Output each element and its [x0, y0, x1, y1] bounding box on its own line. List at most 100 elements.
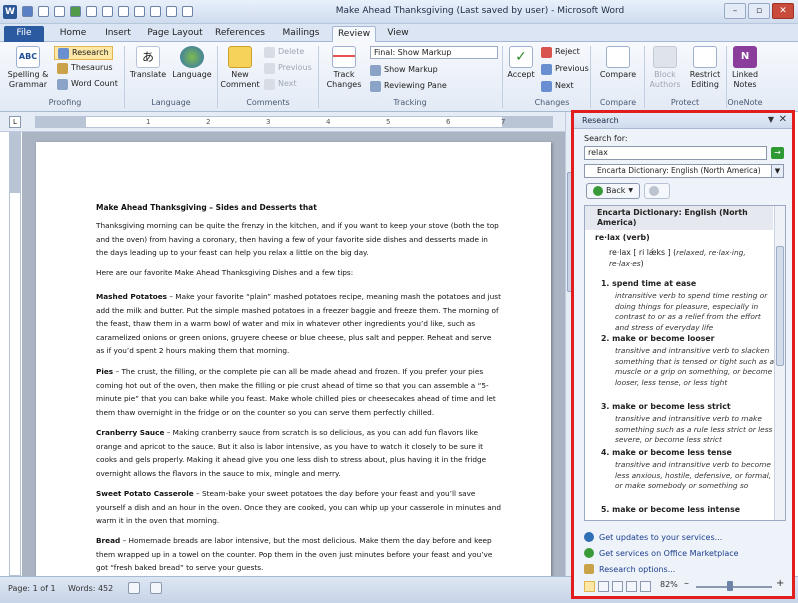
zoom-out-button[interactable]: –: [684, 578, 689, 589]
headword[interactable]: re·lax (verb): [595, 233, 650, 243]
reject-label: Reject: [555, 47, 580, 56]
tab-view[interactable]: View: [382, 26, 414, 42]
display-for-review-dropdown[interactable]: Final: Show Markup: [370, 46, 498, 59]
ribbon-separator: [502, 46, 503, 108]
pane-options-icon[interactable]: ▼: [768, 115, 774, 124]
print-layout-icon[interactable]: [584, 581, 595, 592]
redo-icon[interactable]: [54, 6, 65, 17]
reference-source-dropdown[interactable]: Encarta Dictionary: English (North Ameri…: [584, 164, 784, 178]
save-icon[interactable]: [22, 6, 33, 17]
previous-icon: [264, 62, 275, 74]
thesaurus-button[interactable]: Thesaurus: [57, 62, 113, 74]
full-screen-icon[interactable]: [598, 581, 609, 592]
tab-page-layout[interactable]: Page Layout: [146, 26, 204, 42]
preview-icon[interactable]: [118, 6, 129, 17]
tab-mailings[interactable]: Mailings: [278, 26, 324, 42]
print-icon[interactable]: [102, 6, 113, 17]
sense-number: 3.: [601, 402, 610, 411]
ruler-margin-top: [10, 133, 20, 193]
paragraph-icon[interactable]: [166, 6, 177, 17]
track-changes-button[interactable]: Track Changes: [322, 46, 366, 90]
delete-comment-button[interactable]: Delete: [264, 46, 304, 58]
outline-icon[interactable]: [626, 581, 637, 592]
macro-icon[interactable]: [150, 582, 162, 594]
back-arrow-icon: [593, 186, 603, 196]
scrollbar-thumb[interactable]: [776, 246, 784, 366]
maximize-button[interactable]: ▫: [748, 3, 770, 19]
window-title: Make Ahead Thanksgiving (Last saved by u…: [335, 6, 625, 16]
sense-3-definition: transitive and intransitive verb to make…: [615, 414, 773, 444]
group-label-comments: Comments: [246, 98, 290, 107]
compare-button[interactable]: Compare: [596, 46, 640, 80]
draft-icon[interactable]: [640, 581, 651, 592]
zoom-level[interactable]: 82%: [660, 580, 678, 589]
minimize-button[interactable]: –: [724, 3, 746, 19]
zoom-slider[interactable]: [696, 586, 772, 588]
reviewing-pane-button[interactable]: Reviewing Pane: [370, 80, 447, 92]
translate-button[interactable]: あ Translate: [128, 46, 168, 80]
linked-label: Linked: [731, 70, 759, 79]
previous-comment-button[interactable]: Previous: [264, 62, 312, 74]
word-count-indicator[interactable]: Words: 452: [68, 584, 113, 593]
doc-section-head: Mashed Potatoes: [96, 292, 168, 301]
restrict-editing-button[interactable]: Restrict Editing: [686, 46, 724, 90]
document-page[interactable]: Make Ahead Thanksgiving – Sides and Dess…: [36, 142, 551, 576]
spelling-qat-icon[interactable]: [134, 6, 145, 17]
proofing-status-icon[interactable]: [128, 582, 140, 594]
get-updates-link[interactable]: Get updates to your services...: [584, 529, 789, 545]
close-button[interactable]: ✕: [772, 3, 794, 19]
start-searching-button[interactable]: →: [771, 147, 784, 159]
tab-home[interactable]: Home: [56, 26, 90, 42]
track-label-2: Changes: [326, 80, 362, 89]
office-marketplace-link[interactable]: Get services on Office Marketplace: [584, 545, 789, 561]
results-scrollbar[interactable]: [774, 206, 785, 520]
zoom-slider-thumb[interactable]: [727, 581, 733, 591]
page-indicator[interactable]: Page: 1 of 1: [8, 584, 56, 593]
new-icon[interactable]: [70, 6, 81, 17]
research-label: Research: [72, 48, 109, 57]
search-input[interactable]: relax: [584, 146, 767, 160]
forward-button[interactable]: [644, 183, 671, 199]
back-button[interactable]: Back ▼: [586, 183, 641, 199]
tab-references[interactable]: References: [212, 26, 268, 42]
show-markup-button[interactable]: Show Markup: [370, 64, 438, 76]
tab-selector-icon[interactable]: L: [9, 116, 21, 128]
ribbon-separator: [217, 46, 218, 108]
horizontal-ruler[interactable]: 1 2 3 4 5 6 7: [35, 116, 553, 128]
language-button[interactable]: Language: [170, 46, 214, 80]
thesaurus-icon: [57, 62, 68, 74]
new-comment-button[interactable]: New Comment: [220, 46, 260, 90]
sense-number: 2.: [601, 334, 610, 343]
email-icon[interactable]: [150, 6, 161, 17]
doc-section-body: – Make your favorite “plain” mashed pota…: [96, 292, 501, 355]
tab-insert[interactable]: Insert: [100, 26, 136, 42]
ribbon-separator: [644, 46, 645, 108]
results-source-header[interactable]: Encarta Dictionary: English (North Ameri…: [585, 206, 773, 230]
research-button[interactable]: Research: [54, 46, 113, 60]
customize-icon[interactable]: [182, 6, 193, 17]
open-icon[interactable]: [86, 6, 97, 17]
vertical-ruler[interactable]: [9, 132, 21, 576]
word-count-button[interactable]: Word Count: [57, 78, 118, 90]
spelling-grammar-button[interactable]: ABC Spelling & Grammar: [6, 46, 50, 90]
research-options-link[interactable]: Research options...: [584, 561, 789, 577]
zoom-in-button[interactable]: +: [776, 578, 784, 589]
close-pane-icon[interactable]: ✕: [779, 114, 787, 125]
tab-review[interactable]: Review: [332, 26, 376, 42]
next-comment-button[interactable]: Next: [264, 78, 297, 90]
web-layout-icon[interactable]: [612, 581, 623, 592]
reject-button[interactable]: Reject: [541, 46, 580, 58]
next-change-button[interactable]: Next: [541, 80, 574, 92]
undo-icon[interactable]: [38, 6, 49, 17]
linked-notes-button[interactable]: N Linked Notes: [728, 46, 762, 90]
sense-number: 1.: [601, 279, 610, 288]
title-bar: W Make Ahead Thanksgiving (Last saved by…: [0, 0, 798, 24]
tab-file[interactable]: File: [4, 26, 44, 42]
block-authors-button[interactable]: Block Authors: [646, 46, 684, 90]
chevron-down-icon[interactable]: ▼: [771, 165, 783, 177]
accept-button[interactable]: ✓ Accept: [504, 46, 538, 80]
next-change-label: Next: [555, 81, 574, 90]
reject-icon: [541, 46, 552, 58]
previous-change-button[interactable]: Previous: [541, 63, 589, 75]
previous-label: Previous: [278, 63, 312, 72]
